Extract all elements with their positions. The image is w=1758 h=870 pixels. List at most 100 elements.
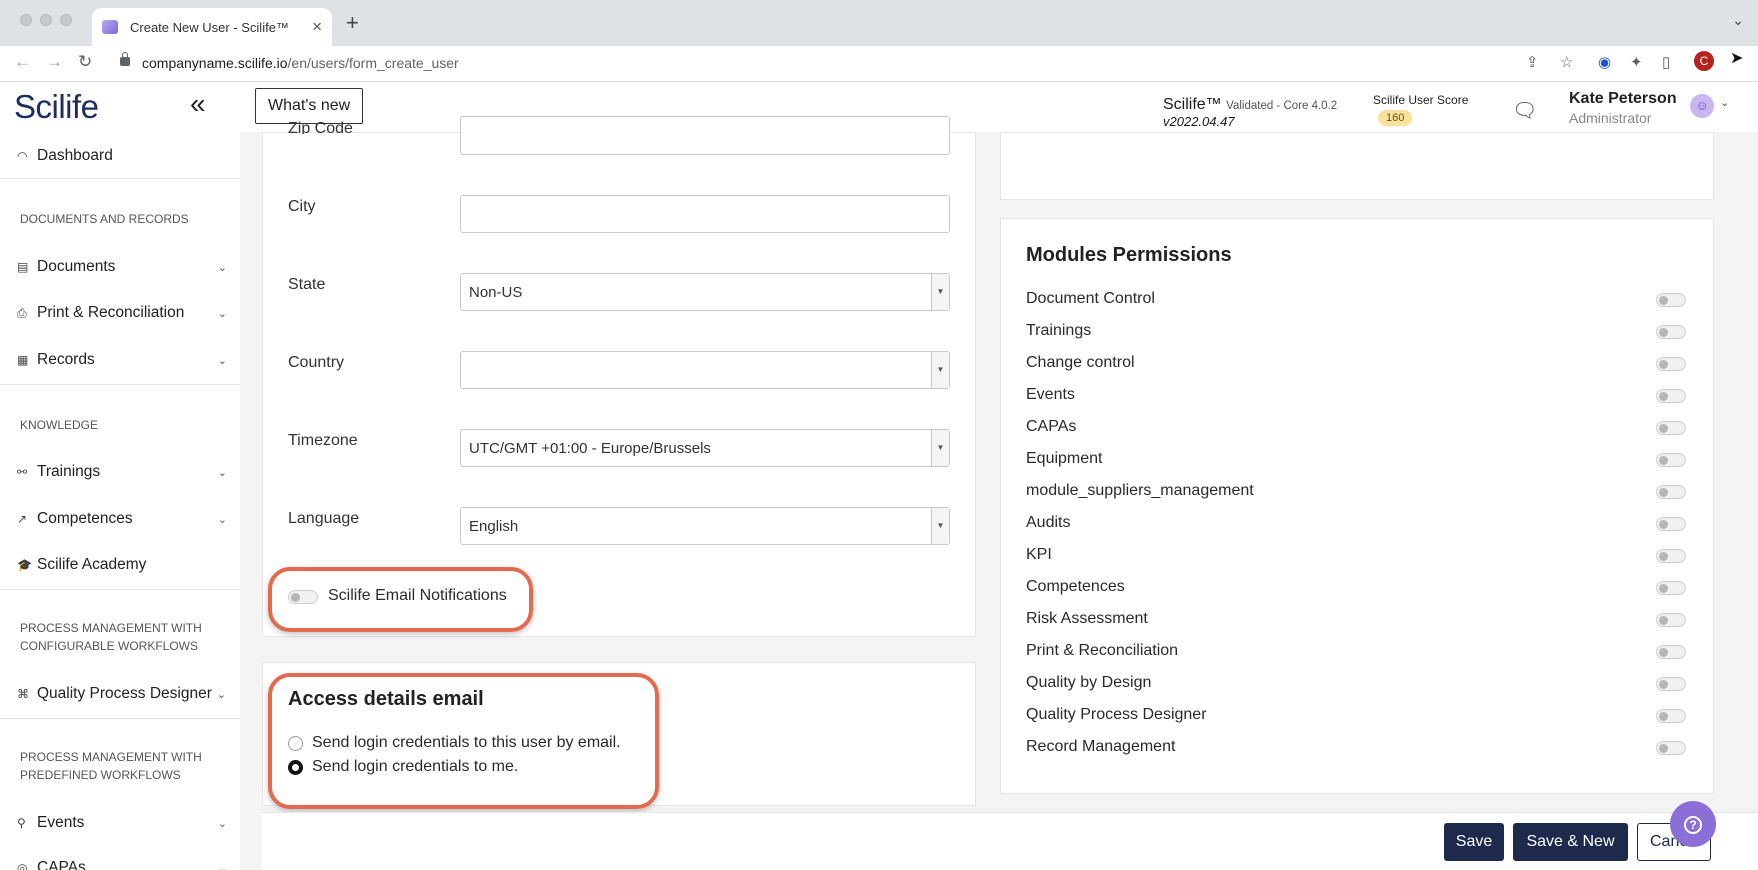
sidepanel-icon[interactable]: ▯ xyxy=(1662,53,1670,71)
city-label: City xyxy=(288,198,316,215)
email-notifications-highlight xyxy=(268,567,533,632)
tab-search-chevron-icon[interactable]: ⌄ xyxy=(1732,12,1744,29)
records-icon: ▦ xyxy=(17,353,29,367)
permission-toggle[interactable] xyxy=(1656,709,1686,723)
permission-label: Quality by Design xyxy=(1026,674,1152,691)
permission-toggle[interactable] xyxy=(1656,293,1686,307)
city-input[interactable] xyxy=(460,195,950,233)
mouse-cursor-icon: ➤ xyxy=(1730,50,1744,67)
permission-toggle[interactable] xyxy=(1656,581,1686,595)
permission-toggle[interactable] xyxy=(1656,645,1686,659)
sidebar-item-academy[interactable]: 🎓 Scilife Academy xyxy=(17,556,227,574)
permission-toggle[interactable] xyxy=(1656,485,1686,499)
permission-label: module_suppliers_management xyxy=(1026,482,1254,499)
document-icon: ▤ xyxy=(17,260,29,274)
language-select[interactable]: English ▼ xyxy=(460,507,950,545)
sidebar-section-configurable: PROCESS MANAGEMENT WITH CONFIGURABLE WOR… xyxy=(20,621,202,653)
window-zoom-button[interactable] xyxy=(60,14,72,26)
chevron-down-icon: ⌄ xyxy=(216,688,226,701)
help-button[interactable]: ? xyxy=(1670,801,1716,847)
whats-new-button[interactable]: What's new xyxy=(255,88,364,124)
sidebar-divider xyxy=(0,178,240,179)
permission-toggle[interactable] xyxy=(1656,389,1686,403)
language-label: Language xyxy=(288,510,360,527)
permission-label: Record Management xyxy=(1026,738,1176,755)
permission-toggle[interactable] xyxy=(1656,549,1686,563)
user-score-label: Scilife User Score xyxy=(1373,93,1469,107)
permission-toggle[interactable] xyxy=(1656,453,1686,467)
sidebar-item-records[interactable]: ▦ Records ⌄ xyxy=(17,351,227,369)
graduation-cap-icon: 🎓 xyxy=(17,558,32,572)
bookmark-star-icon[interactable]: ☆ xyxy=(1560,53,1573,71)
permission-toggle[interactable] xyxy=(1656,677,1686,691)
tab-close-icon[interactable]: × xyxy=(312,17,322,37)
chat-icon[interactable]: 🗨 xyxy=(1512,98,1537,123)
right-top-card xyxy=(1000,132,1714,200)
sidebar-item-events[interactable]: ⚲ Events ⌄ xyxy=(17,814,227,832)
permission-toggle[interactable] xyxy=(1656,325,1686,339)
collapse-sidebar-icon[interactable]: « xyxy=(190,88,206,120)
sidebar-divider xyxy=(0,718,240,719)
chevron-down-icon: ⌄ xyxy=(217,354,227,367)
share-icon[interactable]: ⇪ xyxy=(1526,53,1539,71)
reload-icon[interactable]: ↻ xyxy=(78,52,92,72)
url-field[interactable]: companyname.scilife.io/en/users/form_cre… xyxy=(142,55,459,71)
favicon-icon xyxy=(102,20,118,34)
sidebar-item-print[interactable]: ⎙ Print & Reconciliation ⌄ xyxy=(17,304,227,322)
access-details-highlight xyxy=(268,673,659,809)
permission-toggle[interactable] xyxy=(1656,517,1686,531)
sidebar-item-trainings[interactable]: ⚯ Trainings ⌄ xyxy=(17,463,227,481)
chevron-down-icon[interactable]: ⌄ xyxy=(1720,96,1729,109)
avatar[interactable]: ☺ xyxy=(1690,94,1714,118)
printer-icon: ⎙ xyxy=(17,305,27,320)
permission-toggle[interactable] xyxy=(1656,613,1686,627)
state-label: State xyxy=(288,276,326,293)
sidebar-item-capas[interactable]: ◎ CAPAs ⌄ xyxy=(17,859,227,870)
sidebar: ◠ Dashboard DOCUMENTS AND RECORDS ▤ Docume… xyxy=(0,132,240,870)
permission-label: Print & Reconciliation xyxy=(1026,642,1179,659)
permission-toggle[interactable] xyxy=(1656,421,1686,435)
user-role: Administrator xyxy=(1569,110,1652,126)
window-close-button[interactable] xyxy=(20,14,32,26)
sidebar-item-documents[interactable]: ▤ Documents ⌄ xyxy=(17,258,227,276)
save-button[interactable]: Save xyxy=(1444,823,1504,861)
permission-label: Change control xyxy=(1026,354,1135,371)
browser-profile-avatar[interactable]: C xyxy=(1694,51,1714,71)
forward-icon[interactable]: → xyxy=(46,52,63,72)
chevron-down-icon: ⌄ xyxy=(217,513,227,526)
sidebar-item-competences[interactable]: ↗ Competences ⌄ xyxy=(17,510,227,528)
user-name[interactable]: Kate Peterson xyxy=(1569,90,1677,108)
sidebar-divider xyxy=(0,589,240,590)
extensions-icon[interactable]: ✦ xyxy=(1630,53,1643,71)
chevron-down-icon: ⌄ xyxy=(217,862,227,870)
permission-toggle[interactable] xyxy=(1656,357,1686,371)
tab-title: Create New User - Scilife™ xyxy=(130,19,289,35)
save-and-new-button[interactable]: Save & New xyxy=(1513,823,1628,861)
timezone-select[interactable]: UTC/GMT +01:00 - Europe/Brussels ▼ xyxy=(460,429,950,467)
sidebar-item-dashboard[interactable]: ◠ Dashboard xyxy=(17,147,227,165)
timezone-label: Timezone xyxy=(288,432,358,449)
window-minimize-button[interactable] xyxy=(40,14,52,26)
permission-label: Trainings xyxy=(1026,322,1092,339)
address-bar: ← → ↻ companyname.scilife.io/en/users/fo… xyxy=(0,46,1758,82)
state-select[interactable]: Non-US ▼ xyxy=(460,273,950,311)
password-manager-icon[interactable]: ◉ xyxy=(1598,53,1611,71)
sidebar-section-knowledge: KNOWLEDGE xyxy=(20,418,99,432)
zip-code-input[interactable] xyxy=(460,116,950,155)
back-icon[interactable]: ← xyxy=(14,52,31,72)
permission-label: KPI xyxy=(1026,546,1052,563)
permission-label: Audits xyxy=(1026,514,1071,531)
scilife-logo[interactable]: Scilife xyxy=(14,88,99,126)
sidebar-item-qpd[interactable]: ⌘ Quality Process Designer ⌄ xyxy=(17,685,226,703)
dropdown-arrow-icon: ▼ xyxy=(931,430,949,466)
product-version: Scilife™ Validated - Core 4.0.2 xyxy=(1163,96,1338,113)
growth-chart-icon: ↗ xyxy=(17,512,28,526)
user-score-badge: 160 xyxy=(1378,110,1413,126)
country-select[interactable]: ▼ xyxy=(460,351,950,389)
question-mark-icon: ? xyxy=(1684,816,1702,834)
permission-toggle[interactable] xyxy=(1656,741,1686,755)
browser-tab[interactable]: Create New User - Scilife™ × xyxy=(92,8,332,46)
sidebar-divider xyxy=(0,384,240,385)
new-tab-icon[interactable]: + xyxy=(346,10,359,36)
chevron-down-icon: ⌄ xyxy=(217,817,227,830)
